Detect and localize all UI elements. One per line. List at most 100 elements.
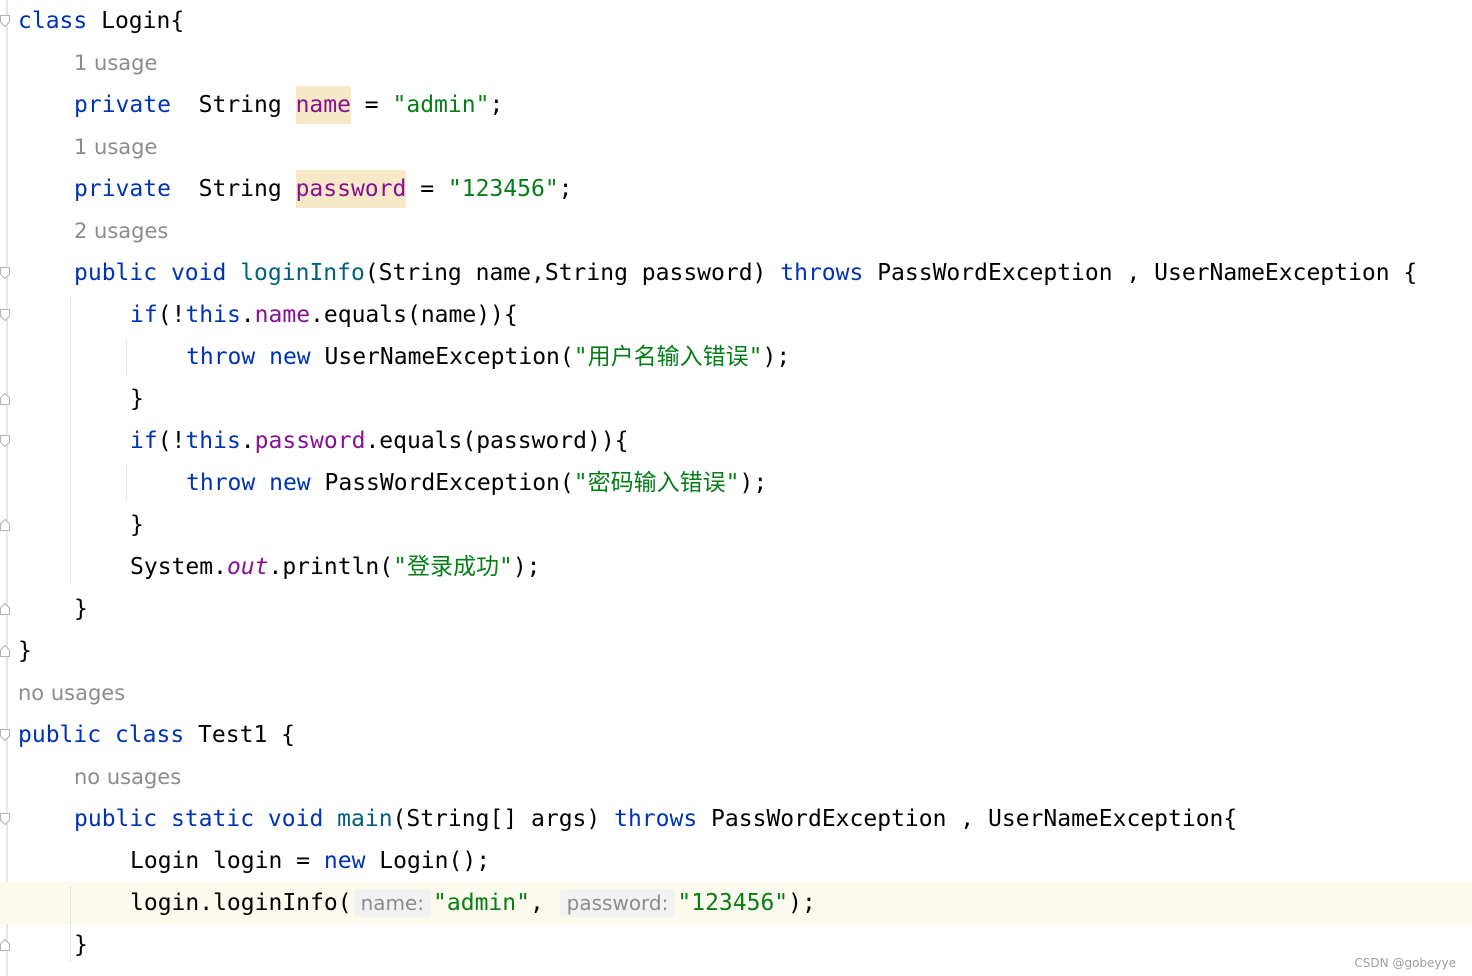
code-line[interactable]: throw new UserNameException("用户名输入错误"); (0, 336, 1472, 378)
indent-guide (126, 466, 127, 500)
fold-close-icon[interactable] (0, 603, 10, 615)
code-token: } (74, 932, 88, 958)
code-line[interactable]: class Login{ (0, 0, 1472, 42)
code-token: void (170, 260, 227, 286)
code-token: this (185, 302, 241, 328)
code-token: (String[] args) (392, 806, 615, 832)
line-content: 1 usage (74, 135, 158, 159)
code-token: throws (780, 260, 864, 286)
code-token: } (130, 512, 144, 538)
line-content: private String name = "admin"; (74, 84, 503, 126)
code-token: class (114, 722, 185, 748)
line-content: public class Test1 { (18, 714, 295, 756)
fold-close-icon[interactable] (0, 939, 10, 951)
code-line[interactable]: System.out.println("登录成功"); (0, 546, 1472, 588)
code-token: } (130, 386, 144, 412)
code-token: new (323, 848, 366, 874)
code-token: System. (130, 554, 227, 580)
fold-open-icon[interactable] (0, 15, 10, 27)
fold-open-icon[interactable] (0, 309, 10, 321)
code-token: ); (739, 470, 768, 496)
code-token: public (74, 806, 158, 832)
line-content: no usages (18, 681, 126, 705)
line-content: public static void main(String[] args) t… (74, 798, 1237, 840)
code-token: private (74, 92, 171, 118)
code-line[interactable]: } (0, 630, 1472, 672)
code-line[interactable]: public class Test1 { (0, 714, 1472, 756)
line-content: login.loginInfo(name: "admin", password: "… (130, 882, 816, 924)
code-token: PassWordException , UserNameException { (863, 260, 1418, 286)
code-editor[interactable]: class Login{ 1 usage private String name =… (0, 0, 1472, 976)
code-line[interactable]: public static void main(String[] args) t… (0, 798, 1472, 840)
code-token: "登录成功" (393, 554, 513, 580)
code-token: . (240, 302, 255, 328)
code-token: ); (762, 344, 791, 370)
line-content: Login login = new Login(); (130, 840, 490, 882)
code-token: UserNameException( (310, 344, 574, 370)
code-token: String (170, 176, 296, 202)
code-line[interactable]: } (0, 504, 1472, 546)
code-token: .println( (268, 554, 394, 580)
code-line[interactable]: private String password = "123456"; (0, 168, 1472, 210)
code-token: private (74, 176, 171, 202)
usage-hint[interactable]: no usages (0, 756, 1472, 798)
usage-hint[interactable]: 2 usages (0, 210, 1472, 252)
code-token: Login{ (87, 8, 185, 34)
fold-open-icon[interactable] (0, 435, 10, 447)
code-token: name (254, 302, 311, 328)
line-content: } (74, 924, 88, 966)
code-token: (! (157, 428, 186, 454)
usage-hint[interactable]: no usages (0, 672, 1472, 714)
code-token: Test1 { (184, 722, 295, 748)
fold-close-icon[interactable] (0, 645, 10, 657)
fold-close-icon[interactable] (0, 393, 10, 405)
code-token: out (226, 554, 269, 580)
parameter-hint: password: (559, 889, 676, 917)
code-token: Login login = (130, 848, 324, 874)
code-token: void (267, 806, 324, 832)
code-token: login.loginInfo( (130, 890, 352, 916)
code-line[interactable]: if(!this.name.equals(name)){ (0, 294, 1472, 336)
code-line[interactable]: public void loginInfo(String name,String… (0, 252, 1472, 294)
code-line[interactable]: throw new PassWordException("密码输入错误"); (0, 462, 1472, 504)
line-content: System.out.println("登录成功"); (130, 546, 541, 588)
code-token: } (74, 596, 88, 622)
line-content: class Login{ (18, 0, 184, 42)
code-token: static (170, 806, 255, 832)
code-token: = (350, 92, 393, 118)
code-token: (String name,String password) (364, 260, 781, 286)
watermark: CSDN @gobeyye (1354, 956, 1456, 970)
fold-open-icon[interactable] (0, 267, 10, 279)
line-content: if(!this.password.equals(password)){ (130, 420, 629, 462)
usage-hint[interactable]: 1 usage (0, 42, 1472, 84)
code-token: PassWordException( (310, 470, 574, 496)
code-line[interactable]: } (0, 588, 1472, 630)
fold-open-icon[interactable] (0, 729, 10, 741)
usage-hint[interactable]: 1 usage (0, 126, 1472, 168)
code-line[interactable]: if(!this.password.equals(password)){ (0, 420, 1472, 462)
code-token: public (18, 722, 102, 748)
code-token: throws (614, 806, 698, 832)
line-content: } (130, 378, 144, 420)
code-token: "用户名输入错误" (573, 344, 763, 370)
line-content: 1 usage (74, 51, 158, 75)
line-content: throw new UserNameException("用户名输入错误"); (186, 336, 790, 378)
code-token: ; (558, 176, 573, 202)
code-line[interactable]: } (0, 378, 1472, 420)
code-line[interactable]: private String name = "admin"; (0, 84, 1472, 126)
line-content: 2 usages (74, 219, 169, 243)
code-line[interactable]: } (0, 924, 1472, 966)
code-line[interactable]: Login login = new Login(); (0, 840, 1472, 882)
fold-open-icon[interactable] (0, 813, 10, 825)
fold-close-icon[interactable] (0, 519, 10, 531)
code-line-current[interactable]: login.loginInfo(name: "admin", password: "… (0, 882, 1472, 924)
code-token: = (406, 176, 448, 202)
code-token: . (240, 428, 255, 454)
